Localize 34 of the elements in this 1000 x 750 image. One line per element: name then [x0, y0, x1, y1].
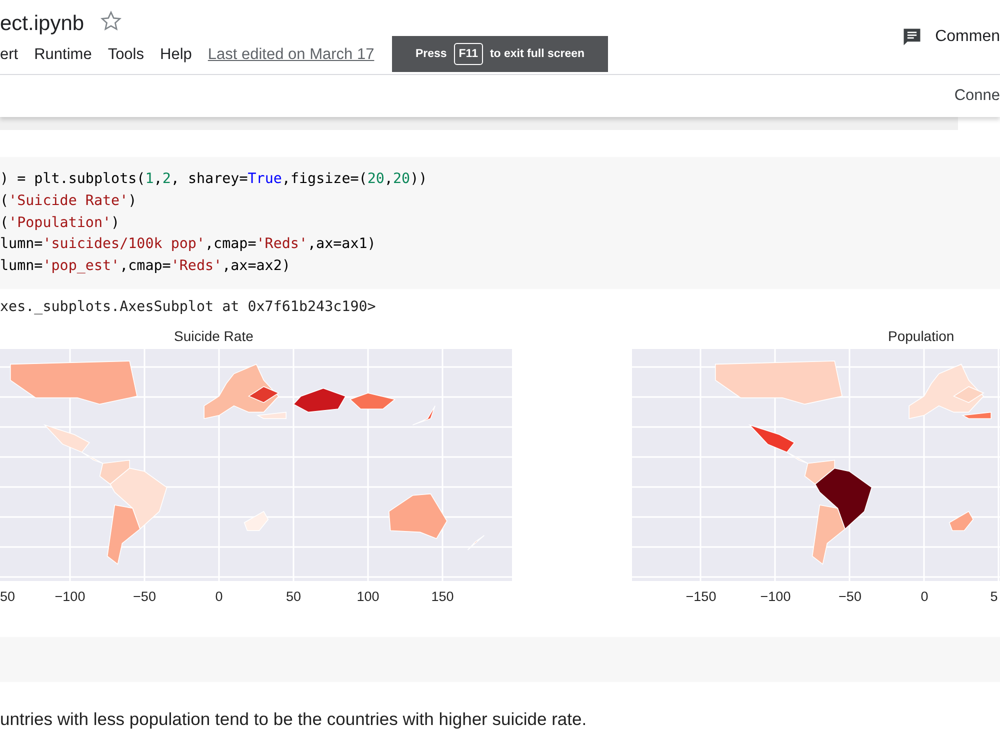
- markdown-text: untries with less population tend to be the countries with higher suicide rate.: [0, 709, 587, 729]
- output-text: xes._subplots.AxesSubplot at 0x7f61b243c190>: [0, 298, 376, 315]
- star-icon[interactable]: [100, 10, 122, 32]
- notebook-title[interactable]: ect.ipynb: [0, 10, 84, 36]
- axis-tick-label: −100: [760, 589, 791, 604]
- code-line: ('Suicide Rate'): [0, 192, 137, 211]
- connect-button[interactable]: Conne: [954, 87, 1000, 105]
- toast-text: to exit full screen: [490, 48, 585, 60]
- toast-text: Press: [415, 48, 447, 60]
- last-edited-link[interactable]: Last edited on March 17: [208, 46, 374, 64]
- axis-tick-label: 50: [0, 589, 16, 604]
- comment-button[interactable]: Commen: [935, 28, 1000, 46]
- chart-title: Suicide Rate: [174, 327, 254, 346]
- key-label: F11: [454, 43, 483, 65]
- code-line: ) = plt.subplots(1,2, sharey=True,figsize=(20,20)): [0, 170, 428, 189]
- axis-tick-label: 5: [990, 589, 998, 604]
- axis-tick-label: −150: [686, 589, 716, 604]
- code-line: lumn='pop_est',cmap='Reds',ax=ax2): [0, 257, 290, 276]
- axis-tick-label: 100: [356, 589, 380, 604]
- menu-item[interactable]: Runtime: [34, 46, 92, 64]
- axis-tick-label: −50: [838, 589, 862, 604]
- axis-tick-label: 150: [431, 589, 454, 604]
- code-line: lumn='suicides/100k pop',cmap='Reds',ax=ax1): [0, 235, 376, 254]
- code-line: ('Population'): [0, 214, 120, 233]
- chart-title: Population: [888, 327, 954, 346]
- menu-item[interactable]: ert: [0, 46, 18, 64]
- axis-tick-label: 50: [286, 589, 302, 604]
- comment-icon: [901, 26, 924, 48]
- axis-tick-label: 0: [215, 589, 223, 604]
- axis-tick-label: −50: [133, 589, 156, 604]
- axis-tick-label: −100: [54, 589, 86, 604]
- menu-item[interactable]: Help: [160, 46, 192, 64]
- axis-tick-label: 0: [920, 589, 928, 604]
- menu-item[interactable]: Tools: [108, 46, 144, 64]
